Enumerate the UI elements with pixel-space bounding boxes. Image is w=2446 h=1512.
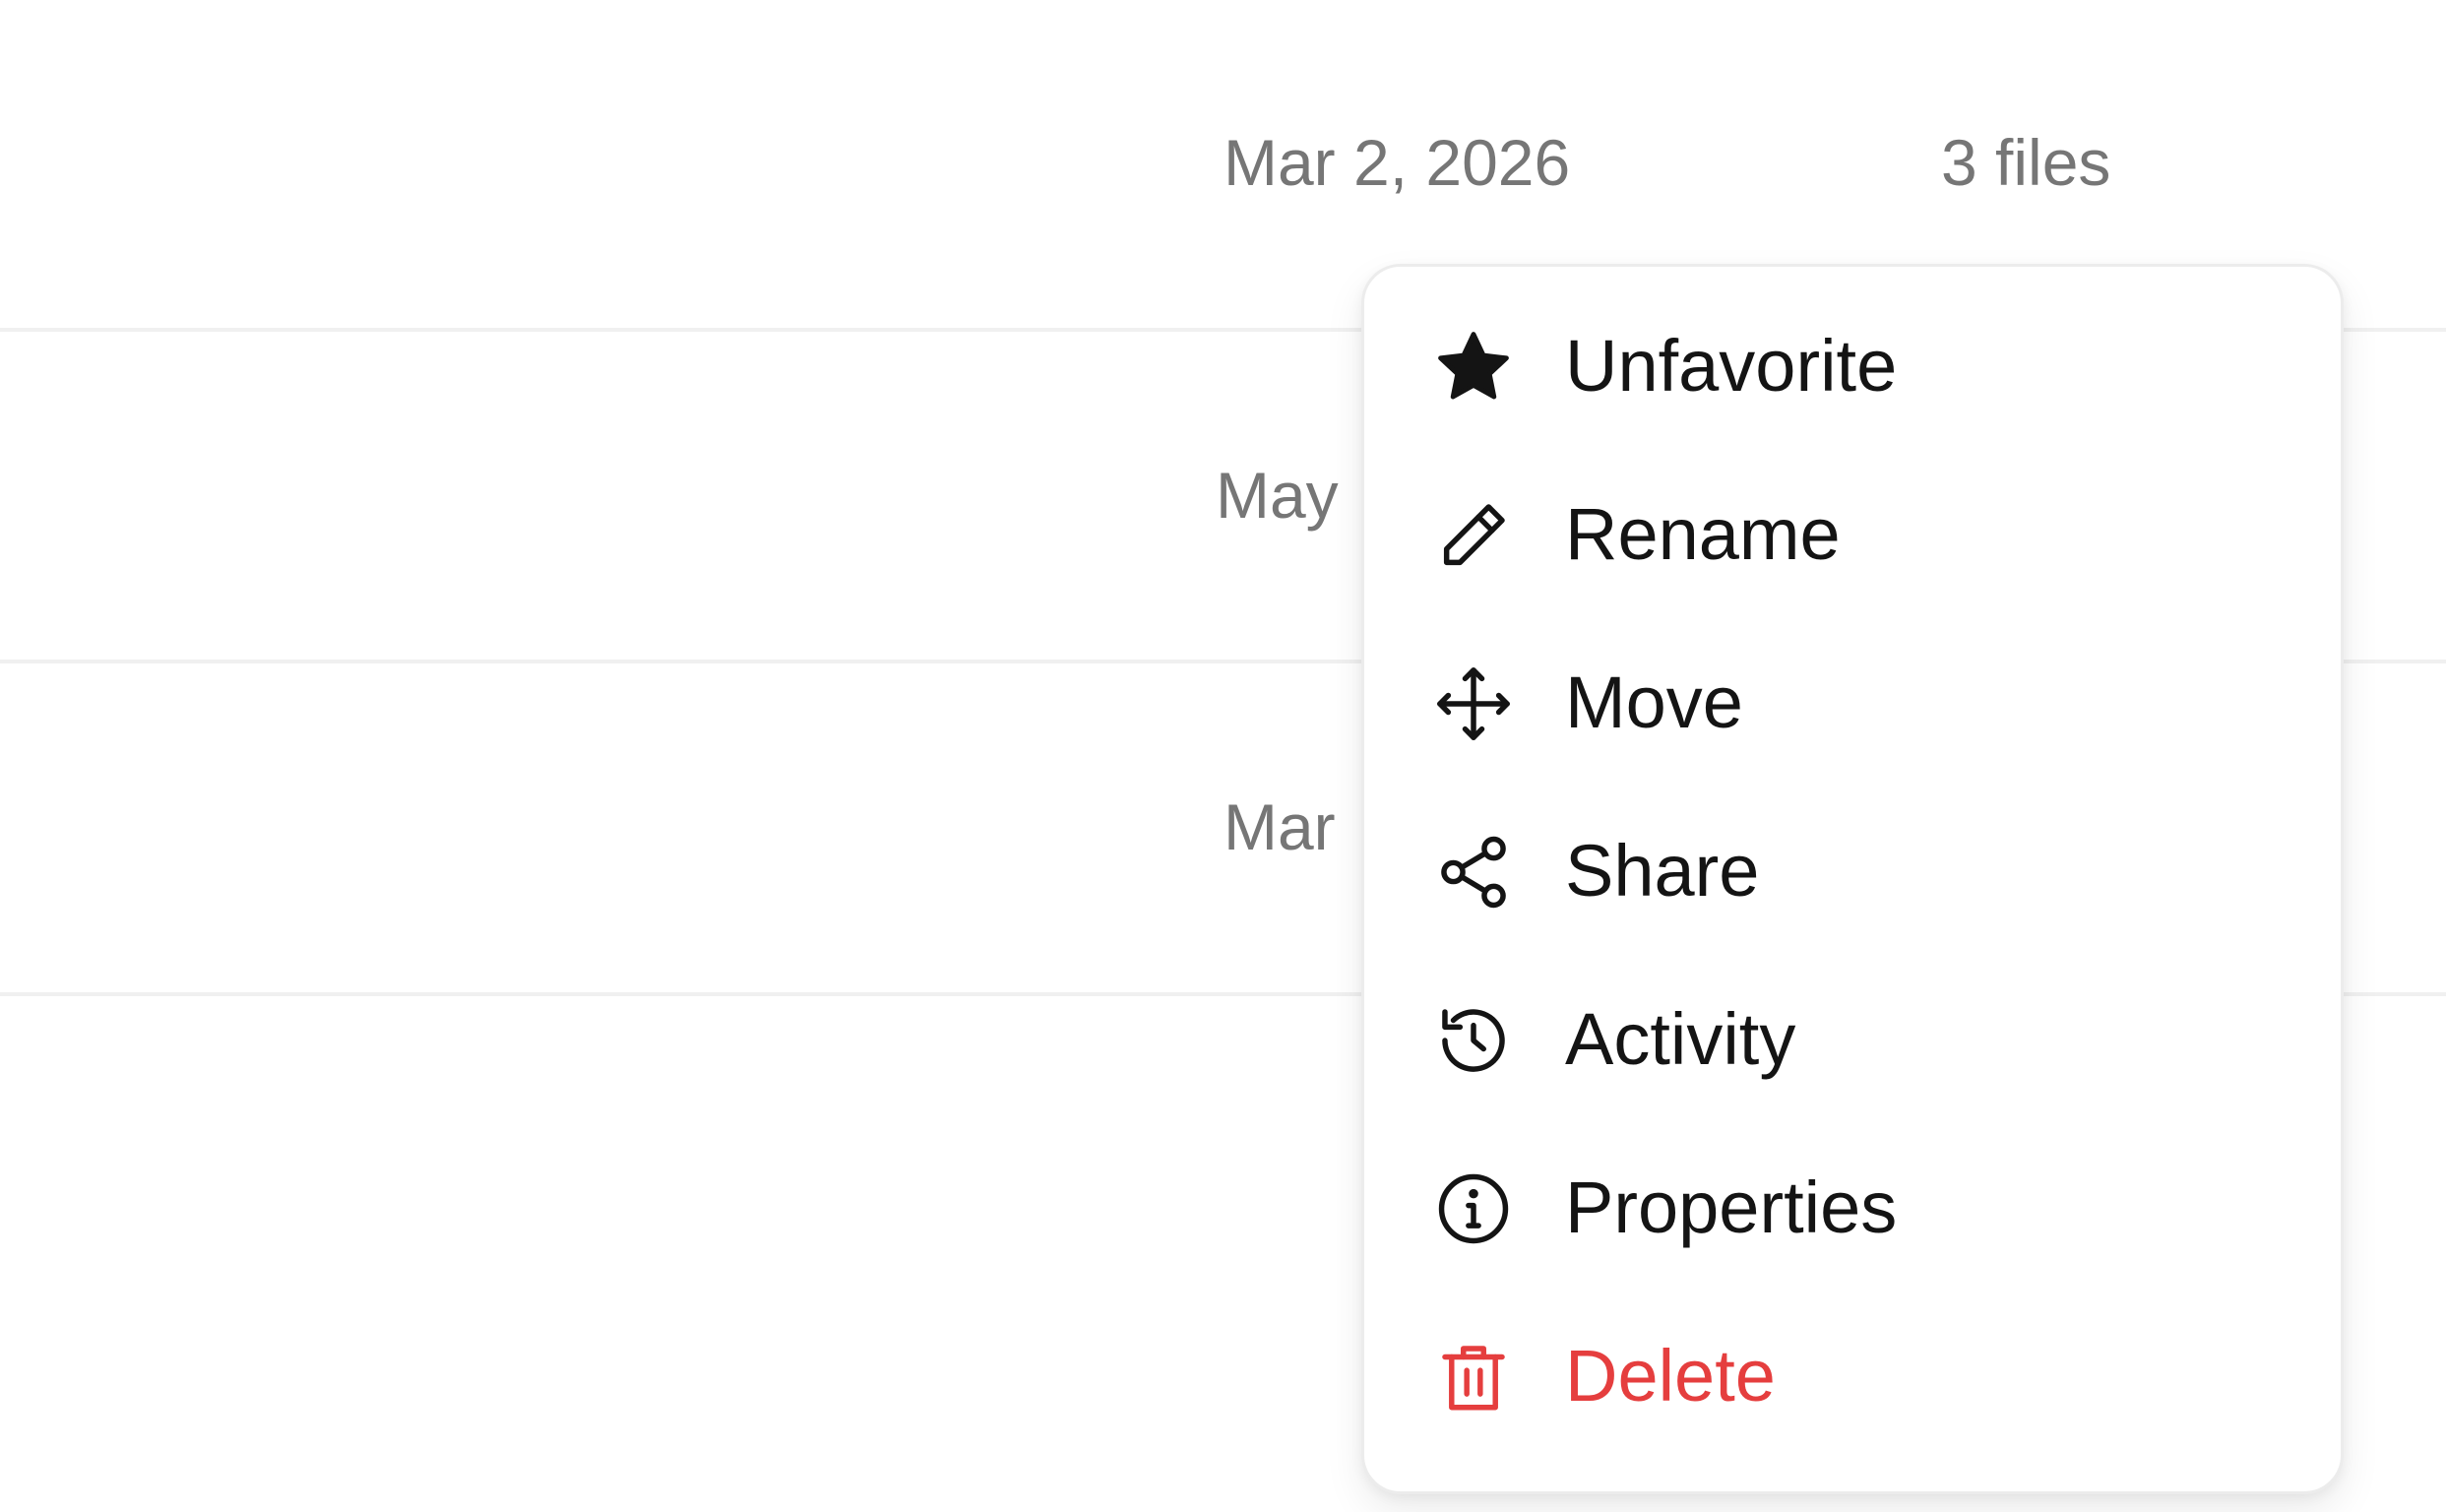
menu-item-activity[interactable]: Activity	[1364, 961, 2341, 1118]
history-icon	[1433, 1000, 1514, 1081]
menu-item-label: Move	[1565, 662, 1743, 743]
menu-item-unfavorite[interactable]: Unfavorite	[1364, 287, 2341, 445]
row-date: May	[1216, 459, 1339, 532]
info-icon	[1433, 1168, 1514, 1249]
row-date: Mar	[1223, 790, 1336, 863]
menu-item-label: Share	[1565, 830, 1760, 912]
menu-item-label: Activity	[1565, 998, 1796, 1080]
context-menu: Unfavorite Rename Move Share Activity Pr…	[1361, 264, 2344, 1494]
menu-item-delete[interactable]: Delete	[1364, 1297, 2341, 1455]
menu-item-label: Unfavorite	[1565, 325, 1898, 407]
row-size: 3 files	[1941, 126, 2111, 199]
pencil-icon	[1433, 495, 1514, 576]
move-arrows-icon	[1433, 663, 1514, 744]
star-filled-icon	[1433, 327, 1514, 408]
menu-item-move[interactable]: Move	[1364, 624, 2341, 782]
menu-item-properties[interactable]: Properties	[1364, 1129, 2341, 1287]
menu-item-label: Properties	[1565, 1166, 1898, 1248]
menu-item-share[interactable]: Share	[1364, 792, 2341, 950]
trash-icon	[1433, 1337, 1514, 1418]
menu-item-label: Delete	[1565, 1335, 1776, 1417]
share-icon	[1433, 832, 1514, 913]
menu-item-label: Rename	[1565, 493, 1841, 575]
menu-item-rename[interactable]: Rename	[1364, 456, 2341, 613]
row-date: Mar 2, 2026	[1223, 126, 1571, 199]
